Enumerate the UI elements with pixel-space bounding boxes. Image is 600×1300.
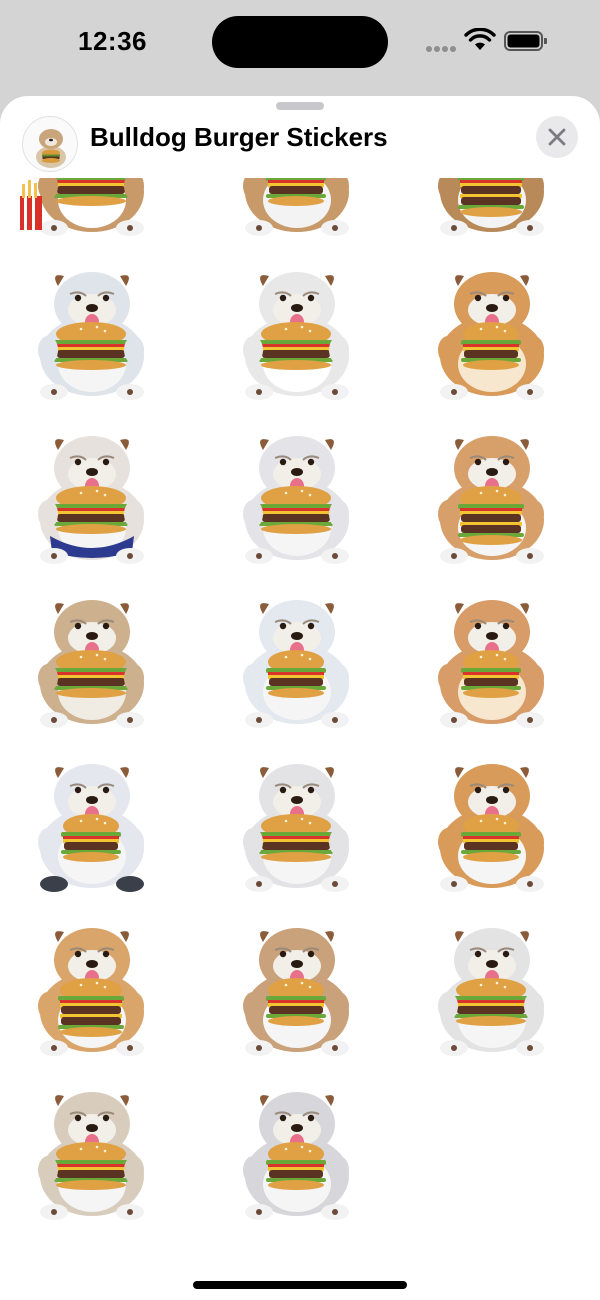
bulldog-burger-sticker-image (438, 928, 544, 1056)
sheet-header: Bulldog Burger Stickers (0, 110, 600, 180)
sheet-grabber[interactable] (276, 102, 324, 110)
sticker-grid (0, 178, 600, 1300)
sticker-item[interactable] (225, 264, 375, 404)
sticker-item[interactable] (420, 756, 570, 896)
app-icon (22, 116, 78, 172)
bulldog-burger-sticker-image (243, 928, 349, 1056)
bulldog-burger-sticker-image (38, 272, 144, 400)
dynamic-island (212, 16, 388, 68)
bulldog-burger-sticker-image (438, 600, 544, 728)
sticker-item[interactable] (20, 920, 170, 1060)
bulldog-burger-sticker-image (438, 272, 544, 400)
sticker-item[interactable] (20, 592, 170, 732)
bulldog-burger-sticker-image (243, 178, 349, 236)
sticker-item[interactable] (420, 592, 570, 732)
sticker-item[interactable] (225, 428, 375, 568)
bulldog-burger-sticker-image (38, 436, 144, 564)
bulldog-burger-sticker-image (243, 272, 349, 400)
sticker-item[interactable] (420, 178, 570, 240)
sticker-item[interactable] (225, 592, 375, 732)
status-time: 12:36 (78, 26, 147, 56)
sticker-item[interactable] (420, 428, 570, 568)
bulldog-burger-sticker-image (438, 178, 544, 236)
bulldog-burger-sticker-image (38, 600, 144, 728)
sticker-item[interactable] (225, 756, 375, 896)
bulldog-burger-sticker-image (243, 764, 349, 892)
sticker-item[interactable] (20, 1084, 170, 1224)
sticker-sheet: Bulldog Burger Stickers (0, 96, 600, 1300)
bulldog-burger-sticker-image (38, 1092, 144, 1220)
status-bar: 12:36 (0, 0, 600, 90)
bulldog-burger-sticker-image (438, 436, 544, 564)
sticker-item[interactable] (20, 178, 170, 240)
battery-icon (504, 30, 548, 52)
sticker-item[interactable] (20, 428, 170, 568)
sheet-title: Bulldog Burger Stickers (90, 122, 388, 152)
sticker-item[interactable] (420, 920, 570, 1060)
sticker-item[interactable] (20, 264, 170, 404)
bulldog-burger-sticker-image (38, 764, 144, 892)
sticker-item[interactable] (225, 1084, 375, 1224)
bulldog-burger-sticker-image (243, 600, 349, 728)
bulldog-burger-sticker-image (243, 436, 349, 564)
bulldog-burger-sticker-image (38, 928, 144, 1056)
close-icon (548, 128, 566, 146)
bulldog-burger-sticker-image (243, 1092, 349, 1220)
sticker-item[interactable] (20, 756, 170, 896)
sticker-item[interactable] (225, 178, 375, 240)
bulldog-burger-sticker-image (20, 178, 144, 236)
wifi-icon (464, 27, 496, 52)
close-button[interactable] (536, 116, 578, 158)
sticker-item[interactable] (420, 264, 570, 404)
bulldog-burger-sticker-image (438, 764, 544, 892)
cellular-signal-icon (426, 39, 458, 52)
sticker-item[interactable] (225, 920, 375, 1060)
home-indicator[interactable] (193, 1281, 407, 1289)
